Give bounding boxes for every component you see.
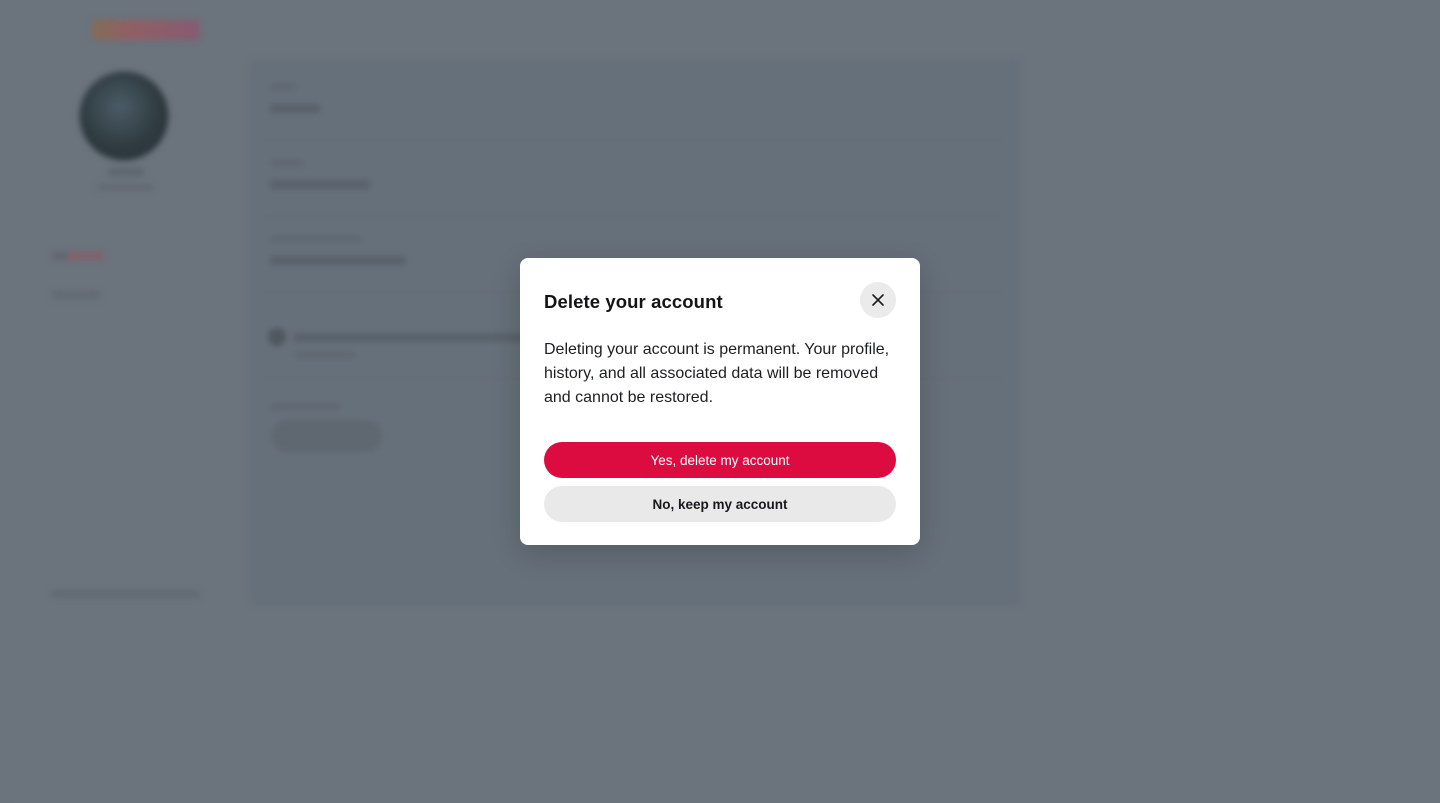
field-value-placeholder xyxy=(294,333,534,342)
confirm-delete-button[interactable]: Yes, delete my account xyxy=(544,442,896,478)
sidebar-item-placeholder xyxy=(52,252,104,260)
field-label-placeholder xyxy=(270,84,296,90)
profile-name-placeholder xyxy=(108,168,144,176)
app-window: Delete your account Deleting your accoun… xyxy=(0,0,1440,803)
action-pill-placeholder xyxy=(272,420,382,452)
avatar xyxy=(80,72,168,160)
dialog-message: Deleting your account is permanent. Your… xyxy=(544,341,890,406)
delete-account-dialog: Delete your account Deleting your accoun… xyxy=(520,258,920,545)
field-label-placeholder xyxy=(294,352,356,358)
field-value-placeholder xyxy=(270,104,320,113)
profile-handle-placeholder xyxy=(98,184,154,191)
field-label-placeholder xyxy=(270,236,362,242)
toggle-placeholder xyxy=(268,328,286,346)
field-label-placeholder xyxy=(270,404,340,410)
sidebar-footer-placeholder xyxy=(50,590,200,598)
brand-logo xyxy=(92,20,200,40)
divider xyxy=(264,140,1004,141)
divider xyxy=(264,216,1004,217)
close-icon xyxy=(872,294,884,306)
sidebar-item-placeholder xyxy=(52,291,100,299)
keep-account-button[interactable]: No, keep my account xyxy=(544,486,896,522)
field-label-placeholder xyxy=(270,160,304,166)
field-value-placeholder xyxy=(270,256,406,265)
close-button[interactable] xyxy=(860,282,896,318)
field-value-placeholder xyxy=(270,180,370,189)
dialog-title: Delete your account xyxy=(544,291,723,312)
